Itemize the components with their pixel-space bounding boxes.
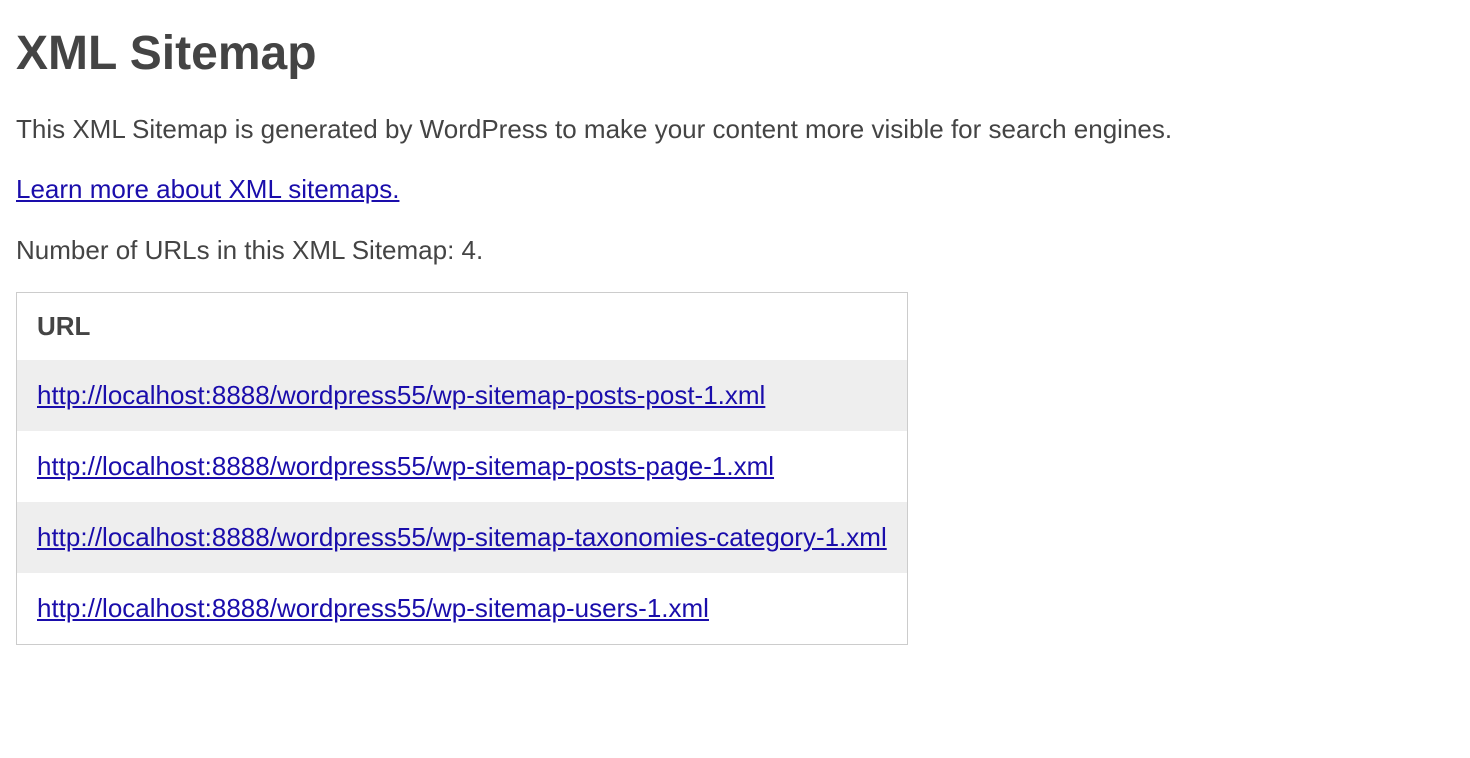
- url-count-text: Number of URLs in this XML Sitemap: 4.: [16, 232, 1454, 268]
- sitemap-url-link[interactable]: http://localhost:8888/wordpress55/wp-sit…: [37, 380, 765, 410]
- table-row: http://localhost:8888/wordpress55/wp-sit…: [17, 573, 908, 645]
- table-row: http://localhost:8888/wordpress55/wp-sit…: [17, 431, 908, 502]
- learn-more-link[interactable]: Learn more about XML sitemaps.: [16, 174, 399, 204]
- table-header-url: URL: [17, 293, 908, 361]
- sitemap-url-link[interactable]: http://localhost:8888/wordpress55/wp-sit…: [37, 451, 774, 481]
- description-text: This XML Sitemap is generated by WordPre…: [16, 111, 1454, 147]
- sitemap-table: URL http://localhost:8888/wordpress55/wp…: [16, 292, 908, 645]
- table-cell-url: http://localhost:8888/wordpress55/wp-sit…: [17, 502, 908, 573]
- table-cell-url: http://localhost:8888/wordpress55/wp-sit…: [17, 360, 908, 431]
- table-row: http://localhost:8888/wordpress55/wp-sit…: [17, 360, 908, 431]
- sitemap-url-link[interactable]: http://localhost:8888/wordpress55/wp-sit…: [37, 593, 709, 623]
- table-cell-url: http://localhost:8888/wordpress55/wp-sit…: [17, 431, 908, 502]
- table-cell-url: http://localhost:8888/wordpress55/wp-sit…: [17, 573, 908, 645]
- sitemap-url-link[interactable]: http://localhost:8888/wordpress55/wp-sit…: [37, 522, 887, 552]
- table-row: http://localhost:8888/wordpress55/wp-sit…: [17, 502, 908, 573]
- page-title: XML Sitemap: [16, 26, 1454, 81]
